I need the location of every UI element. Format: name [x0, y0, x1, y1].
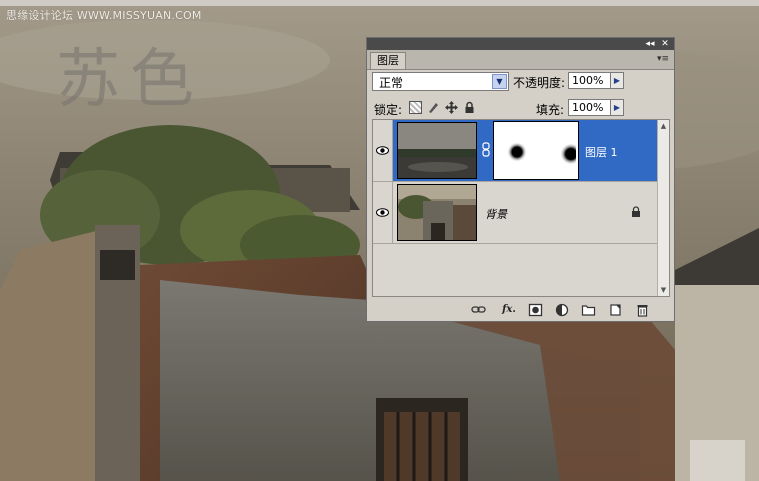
watermark-text: 思缘设计论坛 WWW.MISSYUAN.COM [6, 9, 202, 22]
mask-preview [496, 124, 576, 177]
lock-transparency-icon[interactable] [409, 101, 422, 114]
layers-scrollbar[interactable]: ▲ ▼ [657, 120, 669, 296]
tab-layers[interactable]: 图层 [370, 52, 406, 69]
adjustment-layer-icon[interactable] [555, 303, 570, 317]
layers-panel: ◂◂ ✕ 图层 ▾≡ 正常 ▼ 不透明度: 100% ▶ 锁定: 填充: 100… [366, 37, 675, 322]
visibility-toggle[interactable] [373, 120, 393, 181]
lake-landscape-thumbnail [398, 123, 476, 178]
lock-pixels-icon[interactable] [427, 101, 440, 114]
link-layers-icon[interactable] [471, 303, 486, 317]
collapse-panel-button[interactable]: ◂◂ [644, 38, 656, 50]
opacity-input[interactable]: 100% [568, 72, 611, 89]
lock-position-icon[interactable] [445, 101, 458, 114]
image-title-text: 苏色 [56, 43, 204, 117]
visibility-toggle[interactable] [373, 182, 393, 243]
chevron-down-icon[interactable]: ▼ [492, 74, 507, 89]
scroll-up-icon[interactable]: ▲ [658, 120, 669, 132]
new-layer-icon[interactable] [608, 303, 623, 317]
fill-label: 填充: [536, 103, 565, 117]
layer-name-background[interactable]: 背景 [485, 206, 507, 222]
eye-icon [376, 146, 389, 155]
add-mask-icon[interactable] [528, 303, 543, 317]
new-group-icon[interactable] [581, 303, 596, 317]
blend-mode-value: 正常 [379, 76, 404, 90]
layer-mask-thumbnail[interactable] [493, 121, 579, 180]
ruins-thumbnail [398, 185, 476, 240]
close-panel-button[interactable]: ✕ [659, 38, 671, 50]
layer-thumbnail[interactable] [397, 122, 477, 179]
layers-list: 图层 1 背景 ▲ ▼ [372, 119, 670, 297]
scroll-down-icon[interactable]: ▼ [658, 284, 669, 296]
delete-layer-icon[interactable] [635, 303, 650, 317]
layer-row-1[interactable]: 图层 1 [373, 120, 657, 182]
fill-input[interactable]: 100% [568, 99, 611, 116]
opacity-label: 不透明度: [513, 76, 566, 90]
eye-icon [376, 208, 389, 217]
fx-icon[interactable]: fx. [500, 303, 518, 317]
fill-slider-button[interactable]: ▶ [610, 99, 624, 116]
lock-label: 锁定: [374, 103, 403, 117]
opacity-slider-button[interactable]: ▶ [610, 72, 624, 89]
layer-row-background[interactable]: 背景 [373, 182, 657, 244]
lock-icon [632, 206, 640, 217]
panel-menu-icon[interactable]: ▾≡ [656, 54, 670, 64]
chain-link-icon[interactable] [482, 142, 490, 157]
layers-bottom-toolbar: fx. [367, 300, 674, 321]
panel-titlebar[interactable]: ◂◂ ✕ [367, 38, 674, 50]
panel-tab-bar: 图层 ▾≡ [367, 50, 674, 70]
blend-mode-select[interactable]: 正常 ▼ [372, 72, 509, 91]
layer-thumbnail[interactable] [397, 184, 477, 241]
layer-name-1[interactable]: 图层 1 [585, 144, 618, 160]
lock-all-icon[interactable] [463, 101, 476, 114]
